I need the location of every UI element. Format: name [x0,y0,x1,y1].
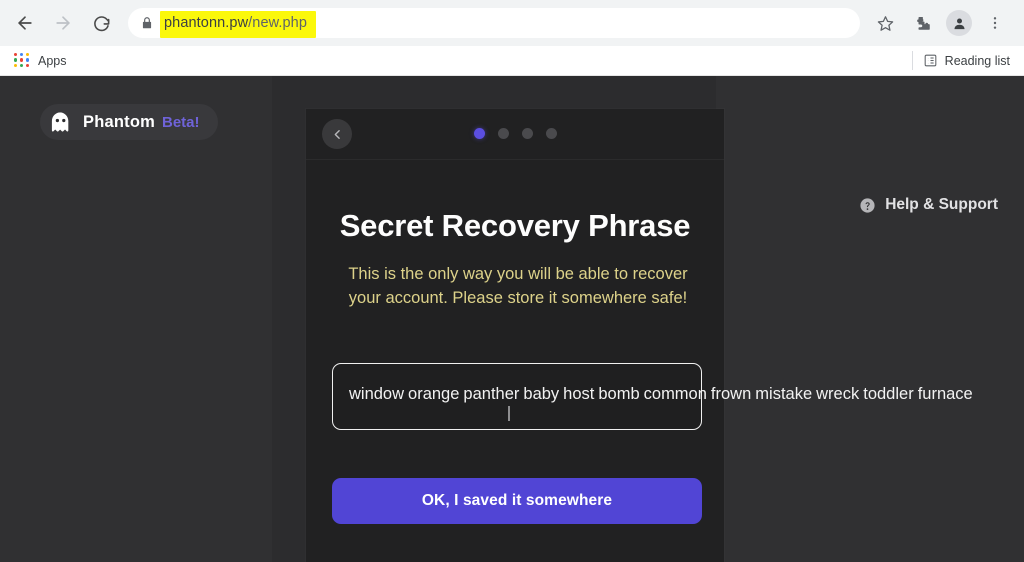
seed-word: common [643,385,707,403]
text-caret [508,405,510,421]
seed-word: bomb [598,385,640,403]
profile-avatar-button[interactable] [946,10,972,36]
seed-word: orange [408,385,460,403]
page-content: Phantom Beta! Help & Support Secret Reco… [0,76,1024,562]
url-text-wrapper: phantonn.pw/new.php [160,11,317,38]
seed-word: window [349,385,405,403]
arrow-right-icon [56,16,70,30]
seed-phrase-words: window orange panther baby host bomb common fro… [349,384,973,405]
apps-grid-icon [14,52,30,69]
step-pagination [306,128,724,139]
help-and-support-label: Help & Support [885,196,998,213]
seed-word: host [563,385,595,403]
step-dot-1[interactable] [473,128,485,139]
star-icon [877,15,893,31]
seed-word: baby [523,385,560,403]
confirm-saved-button[interactable]: OK, I saved it somewhere [332,477,702,524]
apps-label: Apps [38,53,67,68]
seed-word: wreck [816,385,860,403]
phantom-logo-badge[interactable]: Phantom Beta! [40,104,218,140]
seed-phrase-box[interactable]: window orange panther baby host bomb common fro… [332,363,973,430]
arrow-left-icon [18,16,32,30]
onboarding-card: Secret Recovery Phrase This is the only … [306,109,973,562]
apps-shortcut[interactable]: Apps [8,51,73,71]
avatar-icon [954,18,964,29]
reading-list-label: Reading list [944,53,1010,68]
reading-list-icon [924,54,937,67]
back-button[interactable] [9,7,41,39]
three-dot-menu-icon [993,17,997,29]
card-header [306,109,724,160]
phantom-logo-name: Phantom [83,112,155,131]
reading-list-button[interactable]: Reading list [911,51,1014,70]
reload-icon [93,15,109,31]
bookmark-star-button[interactable] [870,8,900,38]
seed-word: panther [463,385,520,403]
url-path: /new.php [248,15,308,31]
url-text: phantonn.pw/new.php [164,15,307,31]
browser-menu-button[interactable] [980,8,1010,38]
browser-toolbar: phantonn.pw/new.php [0,0,1024,46]
step-dot-4[interactable] [545,128,557,139]
browser-chrome: phantonn.pw/new.php Apps Reading list [0,0,1024,76]
step-dot-3[interactable] [521,128,533,139]
left-background-panel [0,76,272,562]
warning-text: This is the only way you will be able to… [348,265,688,307]
card-body: Secret Recovery Phrase This is the only … [306,208,973,524]
reload-button[interactable] [85,7,117,39]
seed-word: toddler [863,385,914,403]
url-domain: phantonn.pw [164,15,249,31]
page-title: Secret Recovery Phrase [339,208,691,243]
lock-icon [142,17,152,29]
right-background-panel [716,76,1024,562]
phantom-beta-tag: Beta! [161,113,200,131]
ghost-icon [51,111,69,132]
seed-word: mistake [755,385,813,403]
seed-word: frown [710,385,752,403]
forward-button[interactable] [47,7,79,39]
bookmarks-bar: Apps Reading list [0,46,1024,76]
question-circle-icon [860,197,875,213]
extensions-button[interactable] [908,8,938,38]
help-and-support-link[interactable]: Help & Support [859,196,998,214]
seed-word: furnace [917,385,973,403]
address-bar[interactable]: phantonn.pw/new.php [128,8,860,38]
step-dot-2[interactable] [497,128,509,139]
puzzle-icon [917,17,930,30]
